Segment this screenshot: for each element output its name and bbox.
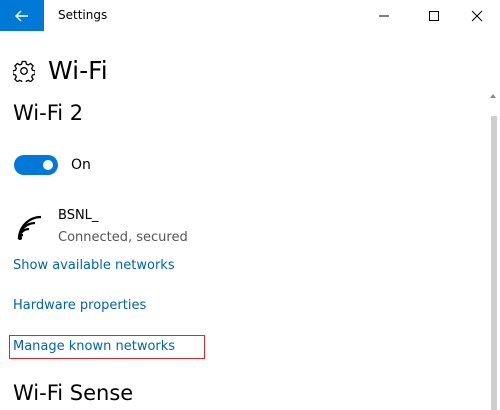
toggle-knob <box>43 160 53 170</box>
network-name: BSNL_ <box>58 208 99 223</box>
section-title: Wi-Fi 2 <box>13 101 84 125</box>
back-arrow-icon <box>15 10 28 21</box>
vertical-scrollbar[interactable] <box>488 31 500 410</box>
manage-known-networks-link[interactable]: Manage known networks <box>13 338 175 356</box>
page-header: Wi-Fi <box>13 54 108 88</box>
app-title: Settings <box>58 8 108 22</box>
minimize-icon <box>379 15 389 16</box>
show-available-networks-link[interactable]: Show available networks <box>13 257 175 275</box>
page-title: Wi-Fi <box>48 56 108 85</box>
wifi-signal-icon <box>17 215 42 240</box>
connected-network[interactable]: BSNL_ Connected, secured <box>15 207 188 248</box>
close-button[interactable] <box>454 0 500 31</box>
gear-icon <box>13 60 35 82</box>
toggle-label: On <box>71 157 91 173</box>
scroll-up-icon[interactable] <box>490 94 496 98</box>
wifi-toggle[interactable] <box>14 155 58 175</box>
minimize-button[interactable] <box>361 0 407 31</box>
network-text: BSNL_ Connected, secured <box>58 207 188 248</box>
wifi-sense-heading: Wi-Fi Sense <box>13 381 134 405</box>
wifi-toggle-row: On <box>14 155 91 175</box>
settings-window: Settings Wi-Fi Wi-Fi 2 On BSNL_ Connecte… <box>0 0 500 410</box>
back-button[interactable] <box>0 0 44 31</box>
maximize-icon <box>429 10 439 21</box>
title-bar: Settings <box>0 0 500 31</box>
hardware-properties-link[interactable]: Hardware properties <box>13 297 146 315</box>
network-status: Connected, secured <box>58 230 188 245</box>
maximize-button[interactable] <box>411 0 457 31</box>
close-icon <box>471 10 483 21</box>
scroll-thumb[interactable] <box>491 116 497 410</box>
